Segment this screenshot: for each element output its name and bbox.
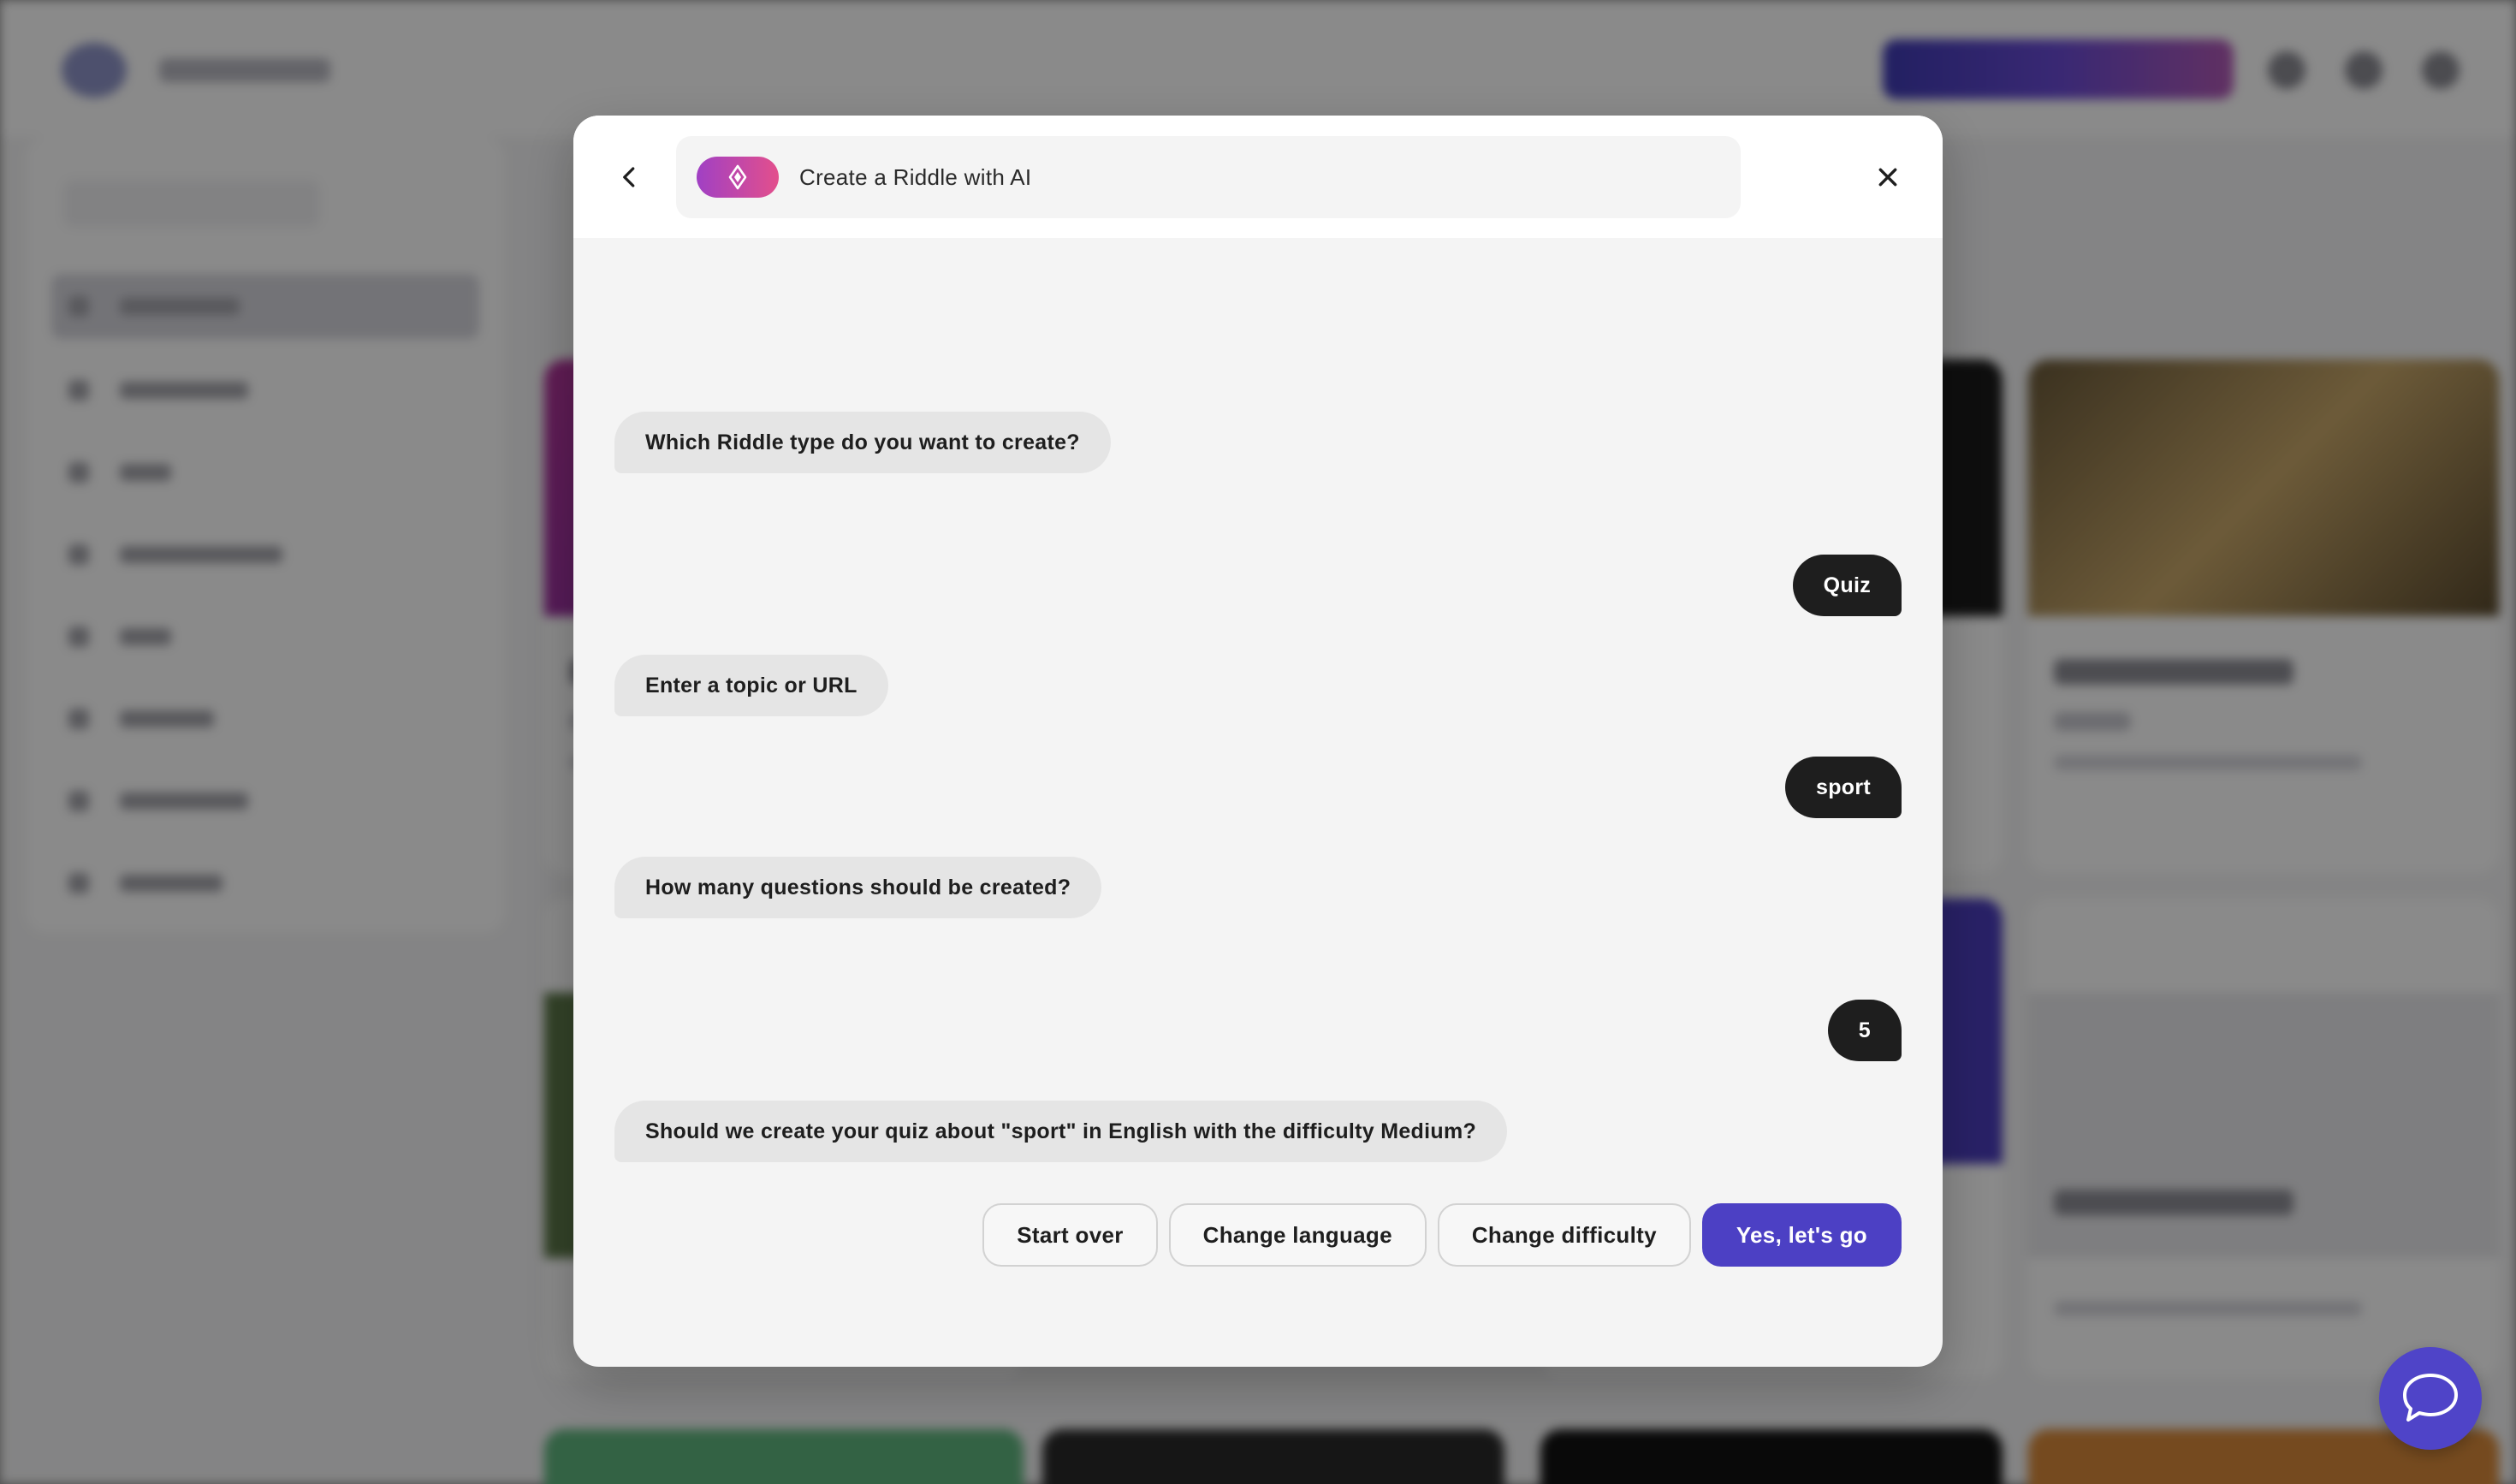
bot-message-confirm: Should we create your quiz about "sport"… [614,1101,1508,1162]
close-icon [1878,168,1897,187]
confirm-create-button[interactable]: Yes, let's go [1701,1203,1902,1267]
change-language-button[interactable]: Change language [1168,1203,1427,1267]
user-message-topic: sport [1785,757,1902,818]
change-difficulty-button[interactable]: Change difficulty [1437,1203,1691,1267]
chat-bubble-icon [2403,1374,2458,1422]
back-button[interactable] [599,146,661,208]
modal-header: Create a Riddle with AI [573,116,1943,238]
bot-message-topic: Enter a topic or URL [614,655,888,716]
user-message-riddle-type: Quiz [1792,555,1902,616]
ai-badge [697,157,779,198]
start-over-button[interactable]: Start over [982,1203,1158,1267]
modal-title-bar: Create a Riddle with AI [676,136,1741,218]
close-button[interactable] [1857,146,1919,208]
bot-message-question-count: How many questions should be created? [614,857,1102,918]
sparkle-icon [728,164,747,190]
chevron-left-icon [623,167,635,187]
support-chat-button[interactable] [2379,1347,2482,1450]
bot-message-riddle-type: Which Riddle type do you want to create? [614,412,1111,473]
modal-title: Create a Riddle with AI [799,164,1032,190]
chat-conversation: Which Riddle type do you want to create?… [614,238,1902,1350]
ai-riddle-modal: Create a Riddle with AI Which Riddle typ… [573,116,1943,1367]
user-message-question-count: 5 [1827,1000,1902,1061]
